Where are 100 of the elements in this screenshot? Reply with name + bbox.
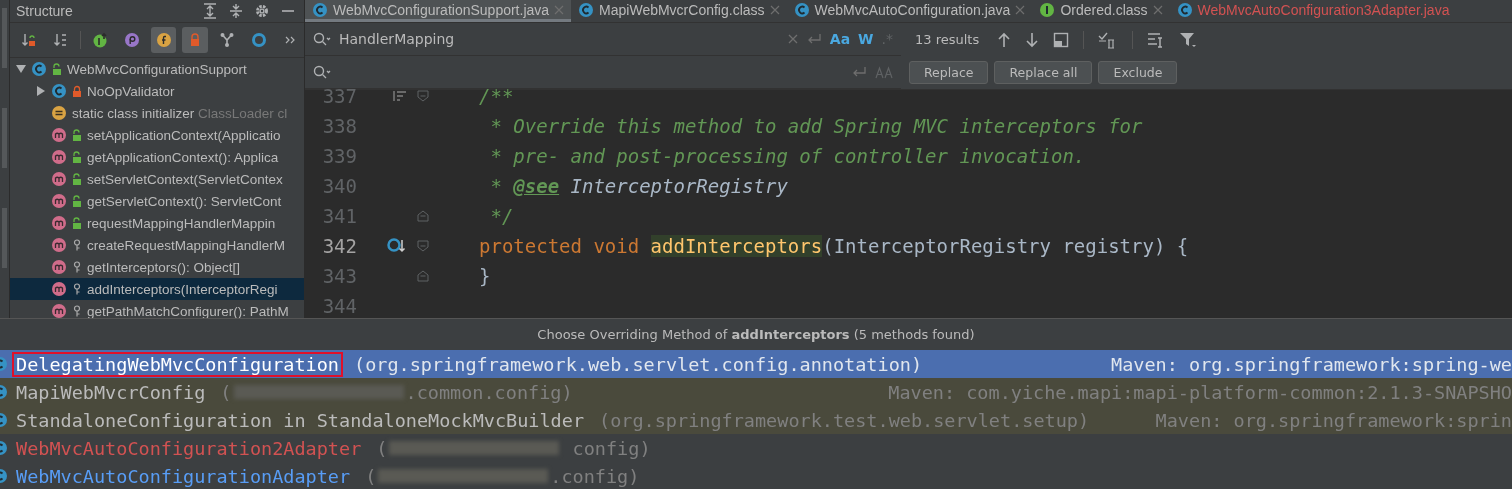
- code-line: * Override this method to add Spring MVC interceptors for: [489, 115, 1143, 137]
- unlocked-icon: [52, 63, 62, 75]
- code-line: protected void addInterceptors(InterceptorRegistry registry) {: [478, 235, 1189, 257]
- method-icon: [51, 171, 67, 187]
- close-icon[interactable]: [769, 4, 780, 15]
- result-row[interactable]: MapiWebMvcrConfig ( .common.config) Maven: com.yiche.mapi:mapi-platform-common:2.1.3-SNAPSHO: [0, 378, 1512, 406]
- result-row[interactable]: StandaloneConfiguration in StandaloneMockMvcBuilder (org.springframework.test.web.servlet.setup) Maven: org.springframework:sprin: [0, 406, 1512, 434]
- unlocked-icon: [72, 151, 82, 163]
- code-line: */: [489, 205, 514, 227]
- code-line: * pre- and post-processing of controller invocation.: [489, 145, 1086, 167]
- method-icon: [51, 127, 67, 143]
- replace-action-button[interactable]: Replace: [909, 61, 989, 84]
- tree-item[interactable]: addInterceptors(InterceptorRegi: [10, 278, 304, 300]
- search-icon[interactable]: [313, 64, 331, 80]
- tree-item[interactable]: WebMvcConfigurationSupport: [10, 58, 304, 80]
- package-name: config): [571, 437, 651, 459]
- editor-tab[interactable]: MapiWebMvcrConfig.class: [571, 0, 787, 22]
- tree-item[interactable]: getApplicationContext(): Applica: [10, 146, 304, 168]
- result-row[interactable]: WebMvcAutoConfigurationAdapter ( .config): [0, 462, 1512, 489]
- collapsed-arrow-icon[interactable]: [36, 86, 46, 96]
- editor-tab[interactable]: WebMvcConfigurationSupport.java: [305, 0, 572, 22]
- package-name: (: [365, 465, 377, 487]
- down-arrow-icon[interactable]: [1025, 31, 1040, 48]
- replace-action-button[interactable]: Exclude: [1098, 61, 1178, 84]
- package-name: (org.springframework.test.web.servlet.setup): [599, 409, 1090, 431]
- filter-icon[interactable]: [1179, 30, 1198, 49]
- newline-icon[interactable]: [851, 65, 867, 79]
- class-icon: [312, 1, 328, 18]
- unlocked-icon: [72, 195, 82, 207]
- tree-item[interactable]: setApplicationContext(Applicatio: [10, 124, 304, 146]
- lock-icon: [72, 85, 82, 97]
- up-arrow-icon[interactable]: [997, 31, 1012, 48]
- fold-marker-icon[interactable]: [417, 90, 429, 102]
- tree-item[interactable]: getServletContext(): ServletCont: [10, 190, 304, 212]
- expanded-arrow-icon[interactable]: [16, 64, 26, 74]
- search-option-toggle[interactable]: Aa: [829, 31, 851, 47]
- clear-icon[interactable]: [787, 34, 798, 44]
- close-icon[interactable]: [1015, 4, 1026, 15]
- key-icon: [72, 283, 82, 295]
- class-icon: [1176, 1, 1193, 18]
- search-icon[interactable]: [313, 31, 331, 47]
- library-location: Maven: com.yiche.mapi:mapi-platform-common:2.1.3-SNAPSHO: [887, 381, 1512, 403]
- line-number: 337: [321, 85, 357, 107]
- result-count: 13 results: [915, 32, 980, 47]
- tree-item[interactable]: requestMappingHandlerMappin: [10, 212, 304, 234]
- package-name: .config): [550, 465, 640, 487]
- class-icon: [793, 1, 810, 18]
- package-name: (org.springframework.web.servlet.config.annotation): [354, 353, 923, 375]
- tree-item[interactable]: createRequestMappingHandlerM: [10, 234, 304, 256]
- editor-tab[interactable]: Ordered.class: [1032, 0, 1170, 22]
- tree-item[interactable]: getPathMatchConfigurer(): PathM: [10, 300, 304, 318]
- library-location: Maven: org.springframework:spring-we: [1110, 353, 1512, 375]
- line-number: 341: [321, 205, 357, 227]
- result-row[interactable]: DelegatingWebMvcConfiguration (org.springframework.web.servlet.config.annotation) Maven: org.springframework:spring-we: [0, 350, 1512, 378]
- toolbar-toggle[interactable]: [182, 27, 209, 53]
- class-icon: [31, 61, 47, 77]
- class-icon: [578, 1, 595, 18]
- unlocked-icon: [72, 173, 82, 185]
- class-name: WebMvcAutoConfiguration2Adapter: [16, 437, 362, 459]
- hierarchy-icon: [219, 32, 236, 48]
- fold-marker-icon[interactable]: [417, 240, 429, 252]
- collapse-all-icon[interactable]: [228, 3, 244, 19]
- tree-item[interactable]: static class initializer ClassLoader cl: [10, 102, 304, 124]
- tree-item[interactable]: NoOpValidator: [10, 80, 304, 102]
- fields-icon: [155, 32, 172, 48]
- class-icon: [51, 83, 67, 99]
- method-icon: [51, 215, 67, 231]
- class-name: WebMvcAutoConfigurationAdapter: [16, 465, 351, 487]
- key-icon: [72, 305, 82, 317]
- fold-marker-icon[interactable]: [417, 210, 429, 222]
- settings-icon[interactable]: [254, 3, 270, 19]
- overridden-method-icon[interactable]: [387, 237, 407, 255]
- structure-lines-icon: [393, 90, 407, 102]
- line-number: 338: [321, 115, 357, 137]
- line-number: 344: [321, 295, 357, 317]
- package-name: .common.config): [405, 381, 573, 403]
- sort-alphabetically-icon: [52, 32, 69, 48]
- search-option-toggle[interactable]: W: [858, 31, 874, 47]
- close-icon[interactable]: [1152, 4, 1163, 15]
- interface-icon: [1039, 1, 1056, 18]
- key-icon: [72, 239, 82, 251]
- tree-item[interactable]: setServletContext(ServletContex: [10, 168, 304, 190]
- search-field[interactable]: HandlerMapping: [339, 31, 780, 47]
- line-number: 342: [321, 235, 357, 257]
- code-line: * @see InterceptorRegistry: [489, 175, 788, 197]
- replace-action-button[interactable]: Replace all: [994, 61, 1093, 84]
- package-name: (: [376, 437, 388, 459]
- library-location: Maven: org.springframework:sprin: [1154, 409, 1512, 431]
- toolbar-toggle[interactable]: [150, 27, 177, 53]
- panel-title: Structure: [16, 3, 74, 19]
- class-name: DelegatingWebMvcConfiguration: [16, 353, 339, 375]
- editor-tab[interactable]: WebMvcAutoConfiguration.java: [786, 0, 1033, 22]
- unlocked-icon: [72, 217, 82, 229]
- expand-all-icon[interactable]: [202, 3, 218, 19]
- line-number: 340: [321, 175, 357, 197]
- initializer-icon: [51, 105, 67, 121]
- window-icon[interactable]: [1053, 31, 1070, 48]
- method-icon: [51, 149, 67, 165]
- tree-item[interactable]: getInterceptors(): Object[]: [10, 256, 304, 278]
- fold-marker-icon[interactable]: [417, 270, 429, 282]
